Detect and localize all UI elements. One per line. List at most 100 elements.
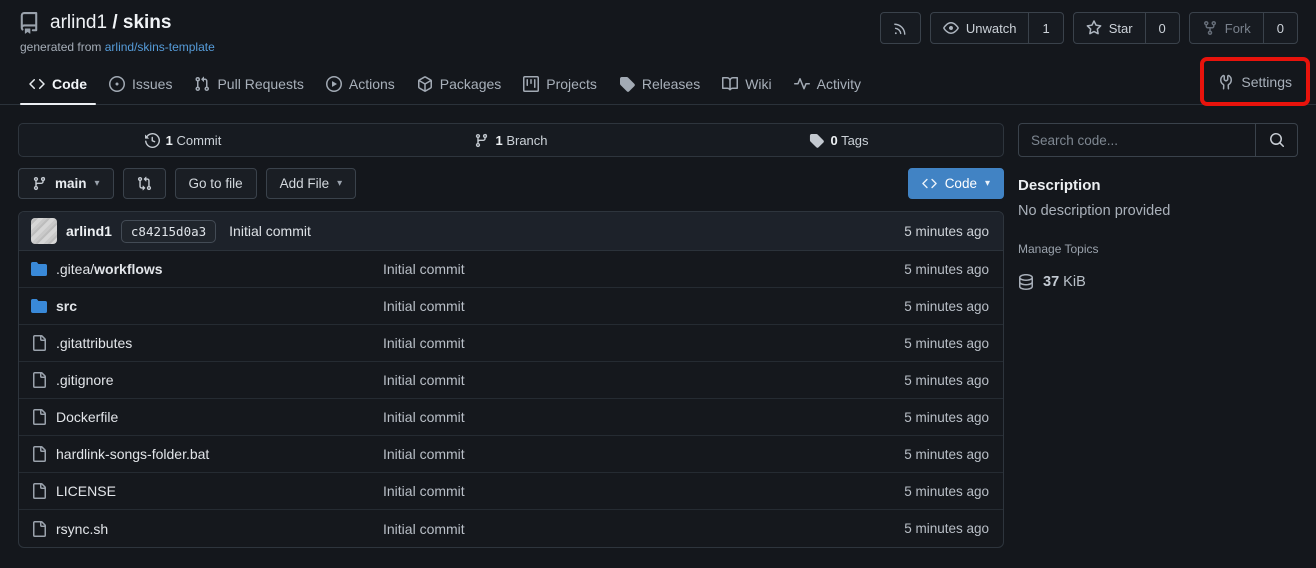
repo-sidebar: Description No description provided Mana… — [1018, 123, 1298, 290]
chevron-down-icon: ▾ — [985, 179, 990, 189]
file-commit-time: 5 minutes ago — [904, 447, 991, 462]
play-circle-icon — [326, 76, 342, 92]
file-commit-message[interactable]: Initial commit — [383, 521, 904, 537]
branch-icon — [474, 133, 489, 148]
go-to-file-button[interactable]: Go to file — [175, 168, 257, 199]
add-file-button[interactable]: Add File ▾ — [266, 168, 357, 199]
tab-actions[interactable]: Actions — [315, 64, 406, 104]
generated-from-line: generated from arlind/skins-template — [20, 40, 880, 54]
file-commit-message[interactable]: Initial commit — [383, 409, 904, 425]
file-row: .gitignore Initial commit 5 minutes ago — [19, 362, 1003, 399]
file-icon — [31, 409, 47, 425]
chevron-down-icon: ▾ — [95, 179, 100, 189]
tab-wiki[interactable]: Wiki — [711, 64, 782, 104]
repo-action-buttons: Unwatch 1 Star 0 Fork 0 — [880, 12, 1298, 44]
tab-settings[interactable]: Settings — [1214, 74, 1296, 90]
file-row: hardlink-songs-folder.bat Initial commit… — [19, 436, 1003, 473]
star-button-group: Star 0 — [1073, 12, 1180, 44]
commit-time: 5 minutes ago — [904, 224, 991, 239]
file-name-link[interactable]: rsync.sh — [31, 521, 383, 537]
repo-name-link[interactable]: skins — [123, 12, 172, 33]
file-name-link[interactable]: Dockerfile — [31, 409, 383, 425]
file-commit-message[interactable]: Initial commit — [383, 335, 904, 351]
file-commit-message[interactable]: Initial commit — [383, 446, 904, 462]
branch-icon — [32, 176, 47, 191]
commit-sha-badge[interactable]: c84215d0a3 — [121, 220, 216, 243]
tag-icon — [809, 133, 824, 148]
file-icon — [31, 446, 47, 462]
file-name-link[interactable]: .gitattributes — [31, 335, 383, 351]
fork-icon — [1202, 20, 1218, 36]
file-commit-time: 5 minutes ago — [904, 521, 991, 536]
search-input[interactable] — [1019, 124, 1255, 156]
repo-owner-link[interactable]: arlind1 — [50, 12, 107, 33]
manage-topics-link[interactable]: Manage Topics — [1018, 242, 1298, 256]
watchers-count[interactable]: 1 — [1028, 13, 1062, 43]
file-commit-message[interactable]: Initial commit — [383, 483, 904, 499]
watch-button-group: Unwatch 1 — [930, 12, 1064, 44]
commit-message-link[interactable]: Initial commit — [229, 223, 311, 239]
history-icon — [145, 133, 160, 148]
avatar[interactable] — [31, 218, 57, 244]
eye-icon — [943, 20, 959, 36]
compare-icon — [137, 176, 152, 191]
commit-author-link[interactable]: arlind1 — [66, 223, 112, 239]
file-name-link[interactable]: .gitea/workflows — [31, 261, 383, 277]
file-name-link[interactable]: .gitignore — [31, 372, 383, 388]
code-search-group — [1018, 123, 1298, 157]
tab-releases[interactable]: Releases — [608, 64, 711, 104]
file-commit-time: 5 minutes ago — [904, 299, 991, 314]
latest-commit-row: arlind1 c84215d0a3 Initial commit 5 minu… — [19, 212, 1003, 251]
folder-icon — [31, 298, 47, 314]
file-name-link[interactable]: LICENSE — [31, 483, 383, 499]
repo-size: 37 KiB — [1018, 274, 1298, 290]
compare-button[interactable] — [123, 168, 166, 199]
file-commit-message[interactable]: Initial commit — [383, 298, 904, 314]
repo-tabbar: Code Issues Pull Requests Actions Packag… — [0, 64, 1316, 105]
file-commit-time: 5 minutes ago — [904, 373, 991, 388]
file-name-link[interactable]: src — [31, 298, 383, 314]
branch-selector[interactable]: main ▾ — [18, 168, 114, 199]
rss-icon — [893, 21, 908, 36]
code-download-button[interactable]: Code ▾ — [908, 168, 1004, 199]
file-commit-message[interactable]: Initial commit — [383, 372, 904, 388]
file-row: LICENSE Initial commit 5 minutes ago — [19, 473, 1003, 510]
issue-icon — [109, 76, 125, 92]
file-commit-time: 5 minutes ago — [904, 410, 991, 425]
file-icon — [31, 483, 47, 499]
repo-title: arlind1 / skins — [50, 12, 171, 34]
star-button[interactable]: Star — [1074, 13, 1145, 43]
code-icon — [29, 76, 45, 92]
star-icon — [1086, 20, 1102, 36]
book-icon — [722, 76, 738, 92]
stars-count[interactable]: 0 — [1145, 13, 1179, 43]
search-button[interactable] — [1255, 124, 1297, 156]
file-commit-message[interactable]: Initial commit — [383, 261, 904, 277]
forks-count[interactable]: 0 — [1263, 13, 1297, 43]
tags-stat[interactable]: 0 Tags — [675, 124, 1003, 156]
tab-issues[interactable]: Issues — [98, 64, 183, 104]
description-heading: Description — [1018, 177, 1298, 194]
template-repo-link[interactable]: arlind/skins-template — [105, 40, 215, 54]
file-name-link[interactable]: hardlink-songs-folder.bat — [31, 446, 383, 462]
tab-pull-requests[interactable]: Pull Requests — [183, 64, 314, 104]
repo-stats-bar: 1 Commit 1 Branch 0 Tags — [18, 123, 1004, 157]
file-row: src Initial commit 5 minutes ago — [19, 288, 1003, 325]
project-board-icon — [523, 76, 539, 92]
chevron-down-icon: ▾ — [337, 179, 342, 189]
tab-activity[interactable]: Activity — [783, 64, 872, 104]
package-icon — [417, 76, 433, 92]
unwatch-button[interactable]: Unwatch — [931, 13, 1029, 43]
description-text: No description provided — [1018, 203, 1298, 219]
settings-highlight-box: Settings — [1200, 57, 1310, 106]
tab-projects[interactable]: Projects — [512, 64, 608, 104]
fork-button[interactable]: Fork — [1190, 13, 1263, 43]
branches-stat[interactable]: 1 Branch — [347, 124, 675, 156]
file-row: .gitattributes Initial commit 5 minutes … — [19, 325, 1003, 362]
repo-book-icon — [18, 12, 40, 34]
tab-code[interactable]: Code — [18, 64, 98, 104]
tag-icon — [619, 76, 635, 92]
rss-button[interactable] — [880, 12, 921, 44]
commits-stat[interactable]: 1 Commit — [19, 124, 347, 156]
tab-packages[interactable]: Packages — [406, 64, 512, 104]
